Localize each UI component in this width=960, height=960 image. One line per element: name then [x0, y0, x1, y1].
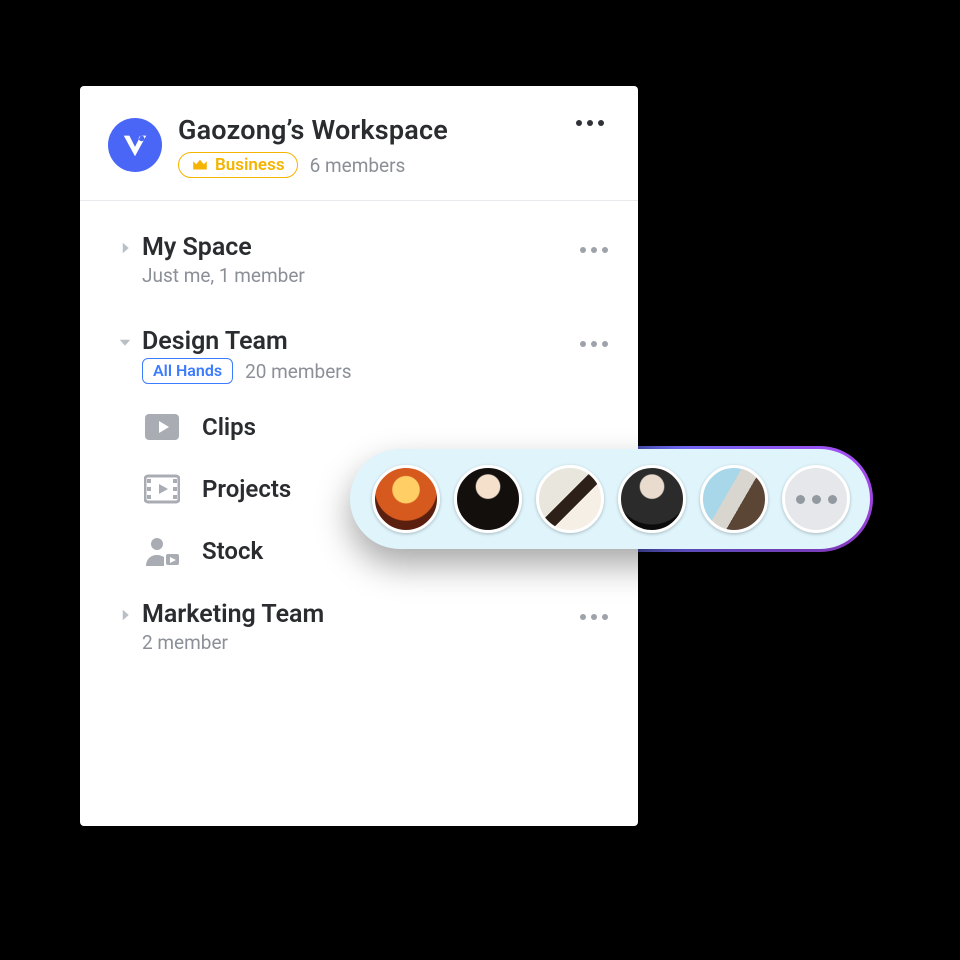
more-icon — [796, 495, 837, 504]
more-icon — [576, 120, 604, 126]
space-item-marketing-team[interactable]: Marketing Team 2 member — [90, 582, 628, 666]
plan-badge[interactable]: Business — [178, 152, 298, 178]
folder-label: Stock — [202, 537, 263, 565]
avatar-overflow-button[interactable] — [782, 465, 850, 533]
space-item-design-team[interactable]: Design Team All Hands 20 members — [90, 299, 628, 396]
space-meta: Just me, 1 member — [142, 264, 305, 287]
folder-label: Clips — [202, 413, 256, 441]
space-title: Marketing Team — [142, 600, 574, 629]
brand-v-icon — [120, 130, 150, 160]
workspace-logo[interactable] — [108, 118, 162, 172]
space-title: Design Team — [142, 327, 574, 356]
workspace-title: Gaozong’s Workspace — [178, 114, 554, 146]
workspace-more-button[interactable] — [570, 114, 610, 132]
workspace-member-count: 6 members — [310, 154, 406, 177]
crown-icon — [191, 156, 209, 174]
avatar[interactable] — [700, 465, 768, 533]
film-icon — [142, 472, 182, 506]
expand-toggle[interactable] — [108, 327, 142, 351]
person-play-icon — [142, 534, 182, 568]
space-meta: 20 members — [245, 360, 351, 383]
chevron-right-icon — [116, 239, 134, 257]
space-item-my-space[interactable]: My Space Just me, 1 member — [90, 217, 628, 299]
plan-label: Business — [215, 155, 285, 175]
avatar[interactable] — [454, 465, 522, 533]
avatar[interactable] — [536, 465, 604, 533]
expand-toggle[interactable] — [108, 233, 142, 257]
space-more-button[interactable] — [574, 237, 614, 263]
space-meta: 2 member — [142, 631, 228, 654]
avatar[interactable] — [618, 465, 686, 533]
space-tag-all-hands[interactable]: All Hands — [142, 358, 233, 384]
more-icon — [580, 341, 608, 347]
folder-label: Projects — [202, 475, 291, 503]
member-avatar-pill[interactable] — [350, 449, 870, 549]
play-icon — [142, 410, 182, 444]
expand-toggle[interactable] — [108, 600, 142, 624]
space-more-button[interactable] — [574, 331, 614, 357]
space-tree: My Space Just me, 1 member Design Team A… — [80, 201, 638, 666]
space-more-button[interactable] — [574, 604, 614, 630]
more-icon — [580, 247, 608, 253]
chevron-right-icon — [116, 606, 134, 624]
workspace-header: Gaozong’s Workspace Business 6 members — [80, 86, 638, 200]
avatar[interactable] — [372, 465, 440, 533]
space-title: My Space — [142, 233, 574, 262]
more-icon — [580, 614, 608, 620]
chevron-down-icon — [116, 333, 134, 351]
